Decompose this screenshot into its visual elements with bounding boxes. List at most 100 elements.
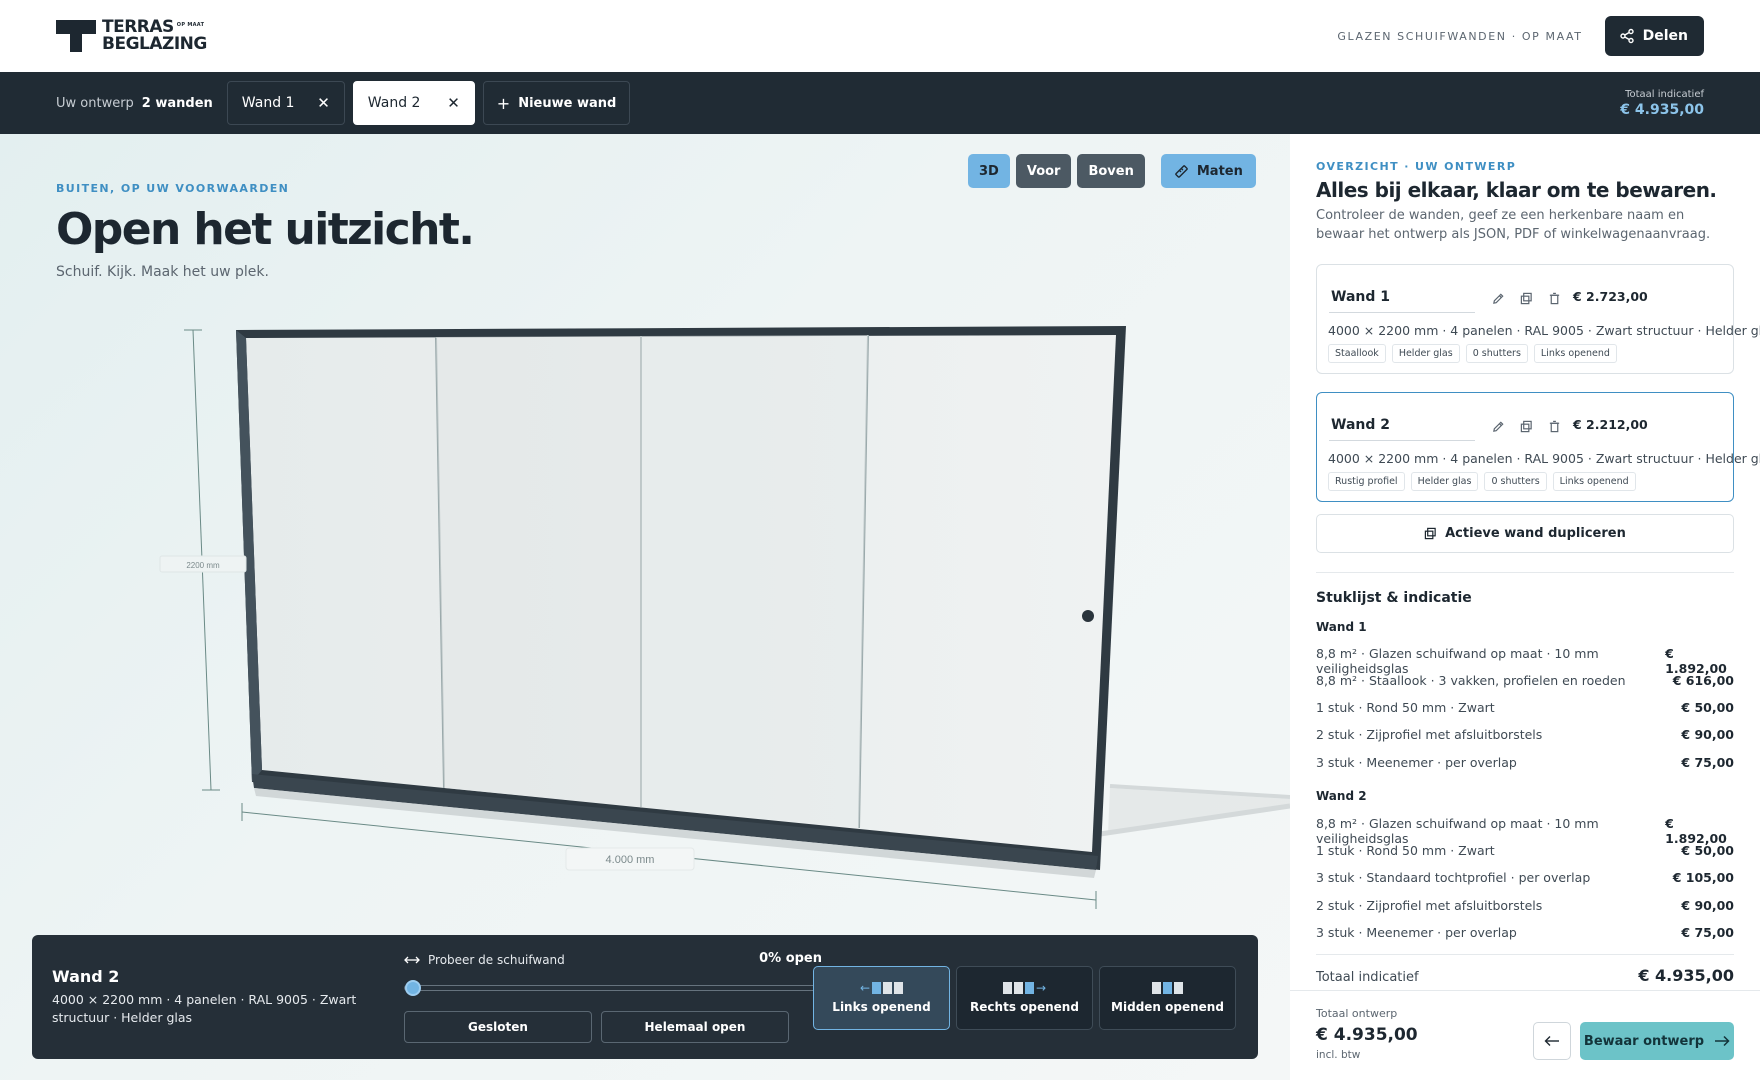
- bom-row: 2 stuk · Zijprofiel met afsluitborstels €…: [1316, 898, 1734, 913]
- wall-card-1[interactable]: Wand 1 € 2.723,00 4000 × 2200 mm · 4 pan…: [1316, 264, 1760, 374]
- wall-name-input[interactable]: Wand 1: [1329, 283, 1475, 313]
- trash-icon[interactable]: [1545, 289, 1563, 307]
- right-opening-icon: →: [1002, 982, 1046, 994]
- bom-total: Totaal indicatief € 4.935,00: [1316, 966, 1734, 985]
- wall-tag: 0 shutters: [1484, 472, 1547, 491]
- save-design-label: Bewaar ontwerp: [1583, 1033, 1705, 1049]
- bom-row: 3 stuk · Meenemer · per overlap € 75,00: [1316, 755, 1734, 770]
- slider-value: 0% open: [759, 951, 822, 966]
- design-label: Uw ontwerp: [56, 95, 134, 111]
- plus-icon: +: [496, 93, 511, 113]
- panel-eyebrow: OVERZICHT · UW ONTWERP: [1316, 160, 1517, 173]
- share-label: Delen: [1642, 28, 1688, 44]
- pencil-icon[interactable]: [1489, 289, 1507, 307]
- tab-label: Wand 2: [367, 95, 421, 111]
- bom-row: 1 stuk · Rond 50 mm · Zwart € 50,00: [1316, 700, 1734, 715]
- opening-middle-button[interactable]: Midden openend: [1099, 966, 1236, 1030]
- slider-handle[interactable]: [405, 980, 421, 996]
- bom-row: 2 stuk · Zijprofiel met afsluitborstels €…: [1316, 727, 1734, 742]
- wall-tag: Helder glas: [1391, 344, 1460, 363]
- close-icon[interactable]: ✕: [317, 95, 330, 111]
- tagline: GLAZEN SCHUIFWANDEN · OP MAAT: [1337, 29, 1583, 43]
- hero-eyebrow: BUITEN, OP UW VOORWAARDEN: [56, 182, 290, 195]
- opening-left-button[interactable]: ← Links openend: [813, 966, 950, 1030]
- new-wall-label: Nieuwe wand: [518, 95, 617, 111]
- panel-intro: Controleer de wanden, geef ze een herken…: [1316, 208, 1711, 242]
- active-wall-name: Wand 2: [52, 967, 120, 986]
- footer-total-value: € 4.935,00: [1316, 1025, 1418, 1045]
- panel-footer: Totaal ontwerp € 4.935,00 incl. btw Bewa…: [1290, 990, 1760, 1080]
- wall-name-input[interactable]: Wand 2: [1329, 411, 1475, 441]
- bom-row: 3 stuk · Meenemer · per overlap € 75,00: [1316, 925, 1734, 940]
- design-count: 2 wanden: [141, 95, 213, 111]
- new-wall-button[interactable]: + Nieuwe wand: [482, 81, 631, 125]
- bom-row: 8,8 m² · Glazen schuifwand op maat · 10 …: [1316, 646, 1727, 676]
- bom-row: 3 stuk · Standaard tochtprofiel · per ov…: [1316, 870, 1734, 885]
- wall-tag: Helder glas: [1410, 472, 1479, 491]
- brand-logo[interactable]: TERRAS OP MAAT BEGLAZING: [56, 19, 207, 53]
- bom-row: 8,8 m² · Staallook · 3 vakken, profielen…: [1316, 673, 1734, 688]
- back-button[interactable]: [1533, 1022, 1571, 1060]
- panel-title: Alles bij elkaar, klaar om te bewaren.: [1316, 178, 1717, 202]
- opening-right-button[interactable]: → Rechts openend: [956, 966, 1093, 1030]
- door-handle[interactable]: [1082, 610, 1094, 622]
- height-label: 2200 mm: [186, 561, 220, 570]
- configurator-canvas[interactable]: 2200 mm 4.000 mm BUITEN, OP UW VOORWAARD…: [0, 134, 1290, 1080]
- opening-label: Links openend: [832, 1000, 931, 1014]
- divider: [1316, 954, 1734, 955]
- pencil-icon[interactable]: [1489, 417, 1507, 435]
- fully-open-button[interactable]: Helemaal open: [601, 1011, 789, 1043]
- middle-opening-icon: [1152, 982, 1183, 994]
- footer-vat-note: incl. btw: [1316, 1049, 1361, 1061]
- open-slider[interactable]: [404, 980, 822, 996]
- arrow-left-icon: [1544, 1036, 1559, 1046]
- bom-row: 8,8 m² · Glazen schuifwand op maat · 10 …: [1316, 816, 1727, 846]
- wall-card-2[interactable]: Wand 2 € 2.212,00 4000 × 2200 mm · 4 pan…: [1316, 392, 1760, 502]
- tab-label: Wand 1: [241, 95, 295, 111]
- wall-spec: 4000 × 2200 mm · 4 panelen · RAL 9005 · …: [1328, 323, 1760, 338]
- logo-line-2: BEGLAZING: [102, 34, 207, 54]
- wall-tag: Staallook: [1328, 344, 1386, 363]
- bom-total-value: € 4.935,00: [1638, 966, 1734, 985]
- wall-tag: Links openend: [1552, 472, 1636, 491]
- bom-total-label: Totaal indicatief: [1316, 970, 1419, 985]
- view-controls: 3D Voor Boven Maten: [968, 154, 1256, 188]
- dimensions-toggle-button[interactable]: Maten: [1160, 154, 1256, 188]
- tab-wand-2[interactable]: Wand 2 ✕: [352, 81, 475, 125]
- view-top-button[interactable]: Boven: [1077, 154, 1145, 188]
- close-icon[interactable]: ✕: [447, 95, 460, 111]
- opening-label: Rechts openend: [970, 1000, 1079, 1014]
- bom-group-title: Wand 1: [1316, 620, 1367, 634]
- duplicate-icon[interactable]: [1517, 417, 1535, 435]
- opening-label: Midden openend: [1111, 1000, 1224, 1014]
- wall-tag: Rustig profiel: [1328, 472, 1405, 491]
- horizontal-arrows-icon: [404, 956, 420, 964]
- divider: [1316, 572, 1734, 573]
- wall-price: € 2.212,00: [1573, 417, 1648, 432]
- width-label: 4.000 mm: [606, 854, 655, 866]
- duplicate-label: Actieve wand dupliceren: [1445, 526, 1626, 541]
- closed-button[interactable]: Gesloten: [404, 1011, 592, 1043]
- bom-group-title: Wand 2: [1316, 789, 1367, 803]
- tab-wand-1[interactable]: Wand 1 ✕: [226, 81, 345, 125]
- trash-icon[interactable]: [1545, 417, 1563, 435]
- duplicate-icon: [1424, 527, 1436, 540]
- overview-panel: OVERZICHT · UW ONTWERP Alles bij elkaar,…: [1290, 134, 1760, 1080]
- view-3d-button[interactable]: 3D: [968, 154, 1010, 188]
- share-button[interactable]: Delen: [1604, 16, 1704, 56]
- duplicate-icon[interactable]: [1517, 289, 1535, 307]
- wall-spec: 4000 × 2200 mm · 4 panelen · RAL 9005 · …: [1328, 451, 1760, 466]
- header-total: Totaal indicatief € 4.935,00: [1620, 89, 1704, 118]
- save-design-button[interactable]: Bewaar ontwerp: [1580, 1022, 1734, 1060]
- view-front-button[interactable]: Voor: [1015, 154, 1072, 188]
- hero-title: Open het uitzicht.: [56, 204, 475, 255]
- left-opening-icon: ←: [860, 982, 904, 994]
- duplicate-active-wall-button[interactable]: Actieve wand dupliceren: [1316, 514, 1734, 553]
- wall-tag: 0 shutters: [1465, 344, 1528, 363]
- header-total-label: Totaal indicatief: [1625, 88, 1704, 100]
- wall-tab-bar: Uw ontwerp 2 wanden Wand 1 ✕ Wand 2 ✕ + …: [0, 72, 1760, 134]
- dimensions-label: Maten: [1196, 163, 1243, 179]
- hero-subtitle: Schuif. Kijk. Maak het uw plek.: [56, 264, 269, 280]
- active-wall-description: 4000 × 2200 mm · 4 panelen · RAL 9005 · …: [52, 992, 357, 1025]
- wall-price: € 2.723,00: [1573, 289, 1648, 304]
